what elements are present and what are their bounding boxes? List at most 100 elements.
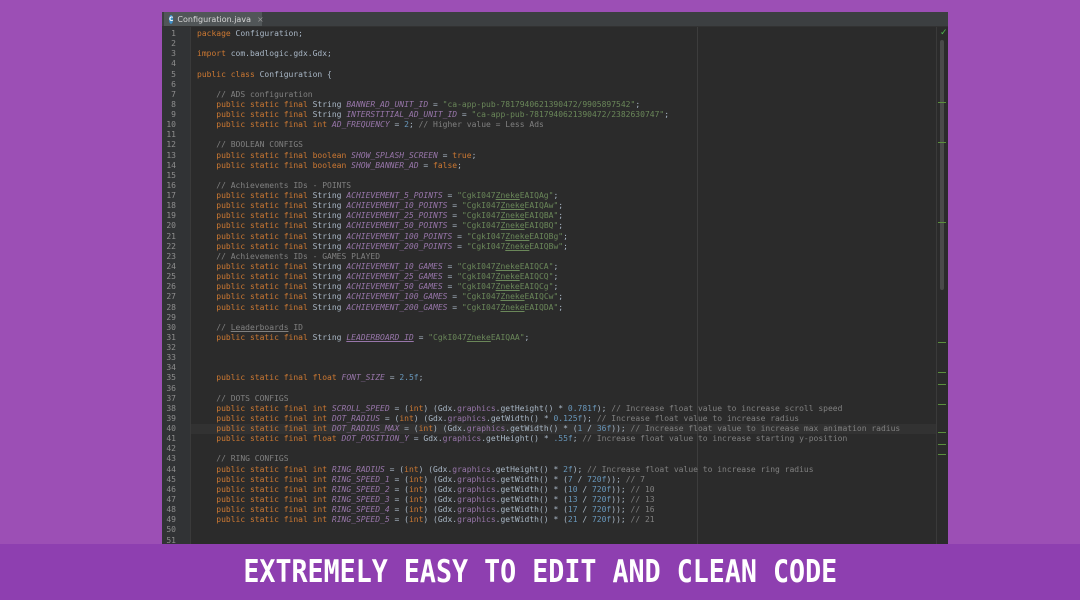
code-line[interactable]: public static final int AD_FREQUENCY = 2… [197,120,544,130]
line-number: 41 [166,434,176,444]
line-number: 26 [166,282,176,292]
editor-tab-bar: C Configuration.java × [162,12,948,27]
code-editor-window: C Configuration.java × 1 2 3 4 5 6 7 8 9 10 11 12 13… [162,12,948,544]
change-marker[interactable] [938,222,946,223]
line-number: 31 [166,332,176,342]
code-line[interactable]: public static final String ACHIEVEMENT_2… [197,211,563,221]
code-line[interactable]: public static final float FONT_SIZE = 2.… [197,373,423,383]
code-line[interactable]: package Configuration; [197,29,303,39]
line-number: 49 [166,515,176,525]
line-number: 30 [166,322,176,332]
code-line[interactable]: // Achievements IDs - POINTS [197,181,351,191]
code-line[interactable]: public static final boolean SHOW_BANNER_… [197,161,462,171]
class-icon: C [169,14,174,24]
line-number: 15 [166,170,176,180]
code-line[interactable]: public static final String ACHIEVEMENT_1… [197,232,568,242]
code-line[interactable]: // RING CONFIGS [197,454,288,464]
code-line[interactable]: public static final String ACHIEVEMENT_1… [197,292,563,302]
code-line[interactable]: public static final boolean SHOW_SPLASH_… [197,151,476,161]
promo-banner: EXTREMELY EASY TO EDIT AND CLEAN CODE [0,544,1080,600]
line-number: 12 [166,140,176,150]
line-number: 48 [166,505,176,515]
code-line[interactable]: public static final int RING_SPEED_1 = (… [197,475,645,485]
line-number: 47 [166,494,176,504]
code-line[interactable]: public static final String BANNER_AD_UNI… [197,100,640,110]
check-icon: ✓ [940,28,948,38]
change-marker[interactable] [938,342,946,343]
line-number: 13 [166,150,176,160]
change-marker[interactable] [938,102,946,103]
line-number: 8 [171,99,176,109]
line-number: 3 [171,49,176,59]
line-number: 25 [166,272,176,282]
line-number: 23 [166,251,176,261]
line-number: 33 [166,353,176,363]
code-line[interactable]: public static final int DOT_RADIUS_MAX =… [197,424,900,434]
code-line[interactable]: public static final String LEADERBOARD_I… [197,333,529,343]
code-line[interactable]: public static final int RING_SPEED_5 = (… [197,515,654,525]
line-number: 9 [171,110,176,120]
code-line[interactable]: public static final String ACHIEVEMENT_2… [197,272,558,282]
line-number: 18 [166,201,176,211]
line-number: 51 [166,535,176,545]
line-number: 5 [171,69,176,79]
code-line[interactable]: public static final String INTERSTITIAL_… [197,110,669,120]
line-number: 32 [166,343,176,353]
line-number: 28 [166,302,176,312]
code-line[interactable]: // ADS configuration [197,90,312,100]
code-area[interactable]: package Configuration; import com.badlogi… [191,27,936,544]
code-line[interactable]: public static final String ACHIEVEMENT_2… [197,303,563,313]
line-number: 20 [166,221,176,231]
close-icon[interactable]: × [257,15,264,24]
code-line[interactable]: public static final String ACHIEVEMENT_1… [197,201,563,211]
line-number: 4 [171,59,176,69]
change-marker[interactable] [938,444,946,445]
line-number: 17 [166,191,176,201]
line-number: 2 [171,39,176,49]
line-number: 43 [166,454,176,464]
line-number: 34 [166,363,176,373]
line-number: 39 [166,413,176,423]
line-number: 29 [166,312,176,322]
line-number: 22 [166,241,176,251]
line-number: 1 [171,29,176,38]
code-line[interactable]: // BOOLEAN CONFIGS [197,140,303,150]
code-line[interactable]: public static final int SCROLL_SPEED = (… [197,404,842,414]
change-marker[interactable] [938,454,946,455]
code-line[interactable]: public static final float DOT_POSITION_Y… [197,434,847,444]
scrollbar-thumb[interactable] [940,40,944,290]
code-line[interactable]: public static final int RING_SPEED_2 = (… [197,485,654,495]
change-marker[interactable] [938,384,946,385]
line-number: 7 [171,89,176,99]
code-line[interactable]: public static final String ACHIEVEMENT_2… [197,242,568,252]
change-marker[interactable] [938,372,946,373]
banner-text: EXTREMELY EASY TO EDIT AND CLEAN CODE [243,554,837,590]
line-number: 45 [166,474,176,484]
code-line[interactable]: public static final String ACHIEVEMENT_5… [197,282,558,292]
code-line[interactable]: // Achievements IDs - GAMES PLAYED [197,252,380,262]
code-line[interactable]: public class Configuration { [197,70,332,80]
line-number: 11 [166,130,176,140]
tab-configuration-java[interactable]: C Configuration.java × [164,12,264,26]
code-line[interactable]: public static final int RING_SPEED_4 = (… [197,505,654,515]
line-number: 40 [166,424,176,434]
line-number: 35 [166,373,176,383]
tab-label: Configuration.java [177,14,251,24]
code-line[interactable]: public static final int DOT_RADIUS = (in… [197,414,799,424]
code-line[interactable]: // Leaderboards ID [197,323,303,333]
code-line[interactable]: public static final String ACHIEVEMENT_5… [197,221,563,231]
line-number: 19 [166,211,176,221]
change-marker[interactable] [938,404,946,405]
code-line[interactable]: public static final String ACHIEVEMENT_1… [197,262,558,272]
code-line[interactable]: public static final int RING_RADIUS = (i… [197,465,813,475]
change-marker[interactable] [938,142,946,143]
change-marker[interactable] [938,432,946,433]
line-number: 50 [166,525,176,535]
code-line[interactable]: public static final int RING_SPEED_3 = (… [197,495,654,505]
code-line[interactable]: // DOTS CONFIGS [197,394,288,404]
code-line[interactable]: public static final String ACHIEVEMENT_5… [197,191,558,201]
line-number: 24 [166,261,176,271]
line-number: 10 [166,120,176,130]
code-line[interactable]: import com.badlogic.gdx.Gdx; [197,49,332,59]
line-number: 14 [166,160,176,170]
